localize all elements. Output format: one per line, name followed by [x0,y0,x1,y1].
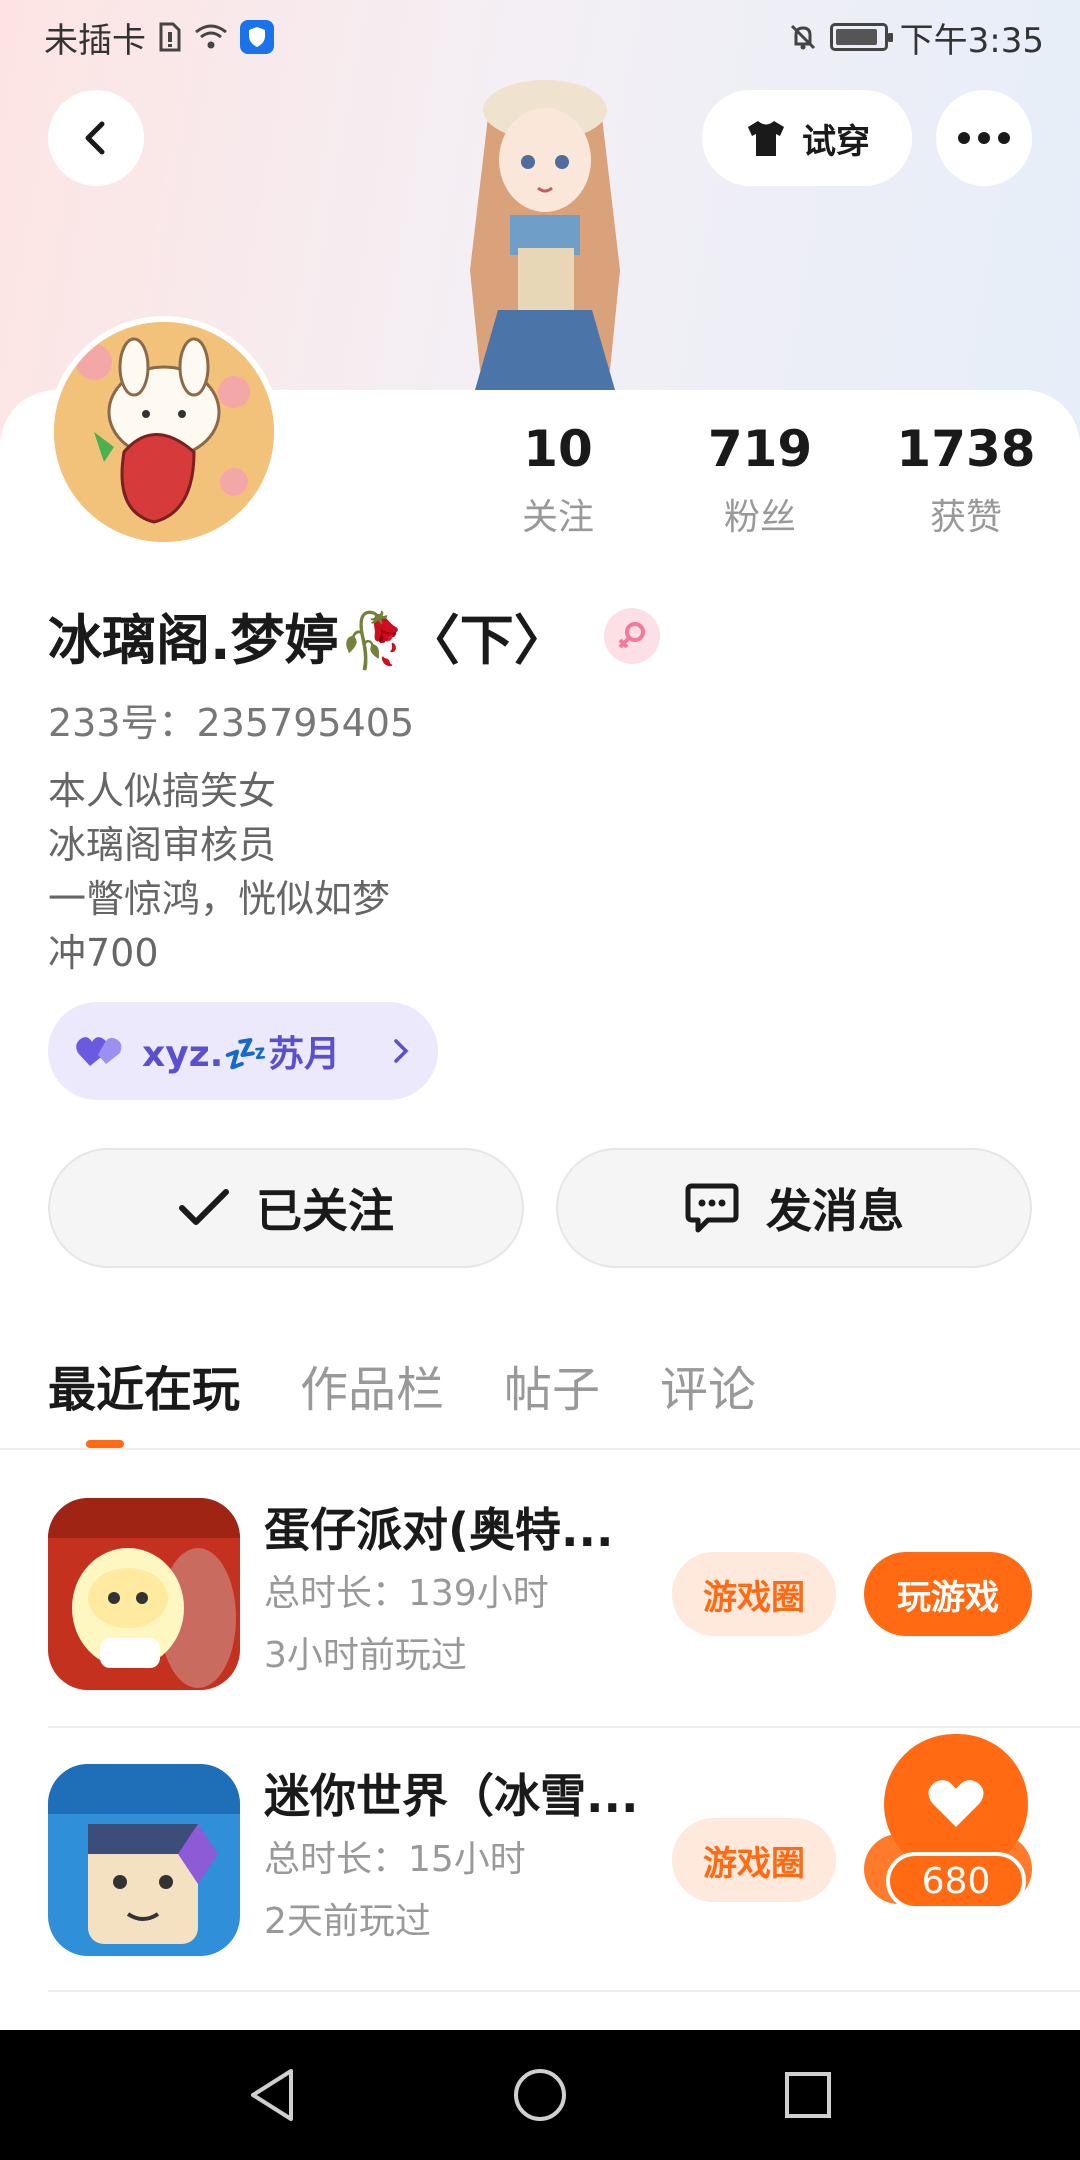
bio-line: 一瞥惊鸿，恍似如梦 [48,877,391,921]
game-total-duration: 总时长：15小时 [264,1839,526,1880]
checkmark-icon [179,1189,229,1225]
list-item-game[interactable]: 蛋仔派对(奥特... 总时长：139小时 3小时前玩过 游戏圈 玩游戏 [48,1448,1080,1712]
profile-tabs: 最近在玩 作品栏 帖子 评论 [48,1350,756,1420]
bio-line: 冲700 [48,931,159,975]
user-name: 冰璃阁.梦婷🥀〈下〉 [48,609,568,672]
heart-icon [928,1780,984,1827]
female-gender-icon [603,607,660,664]
row-divider [48,1990,1080,1992]
couple-badge[interactable]: xyz.💤苏月 [48,1002,438,1100]
tab-recently-played[interactable]: 最近在玩 [48,1350,240,1420]
stat-fans-label: 粉丝 [723,497,796,538]
tab-works[interactable]: 作品栏 [300,1350,444,1420]
mute-bell-icon [788,22,818,52]
double-heart-icon [76,1037,122,1066]
game-circle-button[interactable]: 游戏圈 [672,1552,836,1636]
game-icon-eggy-party [48,1498,240,1690]
bio: 本人似搞笑女 冰璃阁审核员 一瞥惊鸿，恍似如梦 冲700 [48,764,390,980]
tab-comments[interactable]: 评论 [660,1350,756,1420]
stats-row: 10 关注 719 粉丝 1738 获赞 [0,420,1080,550]
stat-fans-value: 719 [707,420,813,478]
avatar-character-figure [420,70,670,390]
name-row: 冰璃阁.梦婷🥀〈下〉 [48,596,660,675]
followed-button[interactable]: 已关注 [48,1148,524,1268]
stat-following-label: 关注 [521,497,594,538]
send-message-label: 发消息 [766,1184,904,1238]
battery-icon [829,23,893,51]
stat-likes[interactable]: 1738 获赞 [876,420,1056,540]
tab-posts[interactable]: 帖子 [504,1350,600,1420]
send-message-button[interactable]: 发消息 [556,1148,1032,1268]
clock-text: 下午3:35 [899,20,1044,61]
more-dots-icon [958,132,1010,144]
game-last-played: 2天前玩过 [264,1901,431,1942]
game-last-played: 3小时前玩过 [264,1635,467,1676]
try-on-label: 试穿 [802,121,870,162]
like-count: 680 [886,1852,1026,1910]
stat-following[interactable]: 10 关注 [468,420,648,540]
stat-likes-label: 获赞 [929,497,1002,538]
game-icon-mini-world [48,1764,240,1956]
stat-likes-value: 1738 [896,420,1036,478]
nav-back-icon[interactable] [247,2067,297,2123]
chat-bubble-icon [685,1183,739,1233]
like-floating-button[interactable]: 680 [864,1734,1032,1914]
chevron-right-icon [394,1039,409,1063]
user-id: 233号：235795405 [48,701,415,745]
security-shield-icon [240,20,274,54]
nav-home-icon[interactable] [512,2067,568,2123]
carrier-text: 未插卡 [44,20,146,61]
couple-name: xyz.💤苏月 [142,1034,341,1075]
more-options-button[interactable] [936,90,1032,186]
game-circle-button[interactable]: 游戏圈 [672,1818,836,1902]
bio-line: 冰璃阁审核员 [48,823,277,867]
back-button[interactable] [48,90,144,186]
tshirt-icon [748,121,784,156]
nav-recents-icon[interactable] [783,2070,833,2120]
game-title: 蛋仔派对(奥特... [264,1503,614,1557]
game-title: 迷你世界（冰雪... [264,1769,639,1823]
try-on-button[interactable]: 试穿 [702,90,912,186]
system-navigation-bar [0,2030,1080,2160]
status-bar: 未插卡 下午3:35 [0,0,1080,74]
play-game-button[interactable]: 玩游戏 [864,1552,1032,1636]
sim-icon [158,22,182,52]
active-tab-indicator [86,1440,124,1448]
stat-fans[interactable]: 719 粉丝 [670,420,850,540]
wifi-icon [194,23,228,51]
chevron-left-icon [85,121,105,155]
game-total-duration: 总时长：139小时 [264,1573,549,1614]
stat-following-value: 10 [523,420,593,478]
followed-label: 已关注 [256,1184,394,1238]
bio-line: 本人似搞笑女 [48,769,277,813]
